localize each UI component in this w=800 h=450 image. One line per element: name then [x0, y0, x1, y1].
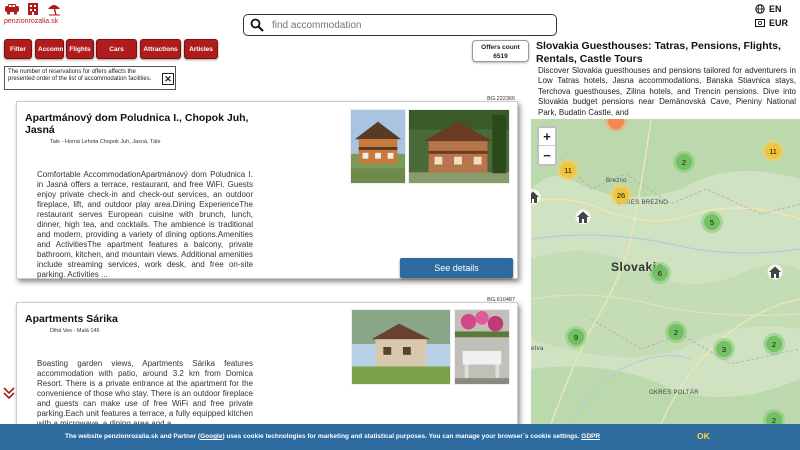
language-selector[interactable]: EN [755, 2, 788, 16]
map-cluster[interactable]: 2 [763, 333, 785, 355]
reservation-notice-text: The number of reservations for offers af… [8, 69, 152, 82]
gdpr-link[interactable]: GDPR [581, 433, 600, 440]
listing-address: Dlhá Ves - Malá 146 [50, 328, 100, 334]
listing-photo[interactable] [350, 109, 406, 184]
nav-flights-button[interactable]: Flights [66, 39, 94, 59]
map-zoom-control: + − [537, 126, 557, 166]
listing-description: Boasting garden views, Apartments Sárika… [37, 359, 253, 425]
info-panel-title: Slovakia Guesthouses: Tatras, Pensions, … [536, 40, 781, 65]
map-cluster-count: 9 [568, 329, 584, 345]
listing-card[interactable]: BG.222366 Apartmánový dom Poludnica I., … [16, 96, 518, 279]
header: penzionrozalia.sk EN EUR [0, 0, 800, 38]
currency-label: EUR [769, 18, 789, 28]
nav-attractions-button[interactable]: Attractions [140, 39, 181, 59]
listing-card[interactable]: BG.610487 Apartments Sárika Dlhá Ves - M… [16, 297, 518, 425]
listing-code: BG.610487 [487, 297, 515, 303]
map-cluster[interactable]: 6 [649, 262, 671, 284]
notice-close-button[interactable]: ✕ [162, 73, 174, 85]
map-cluster-count: 3 [716, 341, 732, 357]
car-icon [5, 4, 19, 15]
map-cluster[interactable]: 3 [713, 338, 735, 360]
map-cluster-count [608, 119, 624, 129]
building-icon [28, 3, 38, 15]
info-panel: Slovakia Guesthouses: Tatras, Pensions, … [531, 38, 800, 119]
listing-address: Tale - Horná Lehota Chopok Juh, Jasná, T… [50, 139, 161, 145]
map-cluster-count: 2 [676, 154, 692, 170]
banknote-icon [755, 19, 765, 27]
listing-photo[interactable] [408, 109, 510, 184]
map-cluster[interactable]: 9 [565, 326, 587, 348]
listing-title[interactable]: Apartmánový dom Poludnica I., Chopok Juh… [25, 112, 260, 136]
nav-filter-button[interactable]: Filter [4, 39, 32, 59]
listing-code: BG.222366 [487, 96, 515, 102]
cookie-text-before: The website penzionrozalia.sk and Partne… [65, 433, 201, 440]
currency-selector[interactable]: EUR [755, 16, 788, 30]
cookie-text-after: ) uses cookie technologies for marketing… [222, 433, 580, 440]
map-cluster-count: 6 [652, 265, 668, 281]
nav-accommodation-button[interactable]: Accommodation [35, 39, 64, 59]
google-link[interactable]: Google [200, 433, 222, 440]
nav-articles-button[interactable]: Articles [184, 39, 218, 59]
house-marker-icon[interactable] [531, 189, 541, 205]
map-cluster[interactable]: 2 [673, 151, 695, 173]
globe-icon [755, 4, 765, 14]
listing-description: Comfortable AccommodationApartmánový dom… [37, 170, 253, 279]
map-label-etva: etva [531, 346, 544, 352]
site-logo[interactable]: penzionrozalia.sk [4, 2, 74, 26]
house-marker-icon[interactable] [767, 264, 783, 280]
cookie-ok-button[interactable]: OK [697, 431, 710, 441]
search-bar[interactable] [243, 14, 557, 36]
search-icon[interactable] [250, 18, 264, 32]
map-cluster[interactable]: 5 [701, 211, 723, 233]
map-cluster[interactable]: 2 [763, 409, 785, 424]
map-cluster-count: 26 [613, 187, 629, 203]
language-label: EN [769, 4, 782, 14]
logo-icons [4, 2, 74, 16]
zoom-out-button[interactable]: − [539, 146, 555, 164]
listing-photo[interactable] [454, 309, 510, 385]
listing-photo[interactable] [351, 309, 451, 385]
map-cluster[interactable]: 11 [762, 140, 784, 162]
info-panel-text: Discover Slovakia guesthouses and pensio… [538, 66, 796, 117]
nav-cars-button[interactable]: Cars [96, 39, 137, 59]
offers-count-label: Offers count [481, 44, 520, 51]
map-cluster-count: 11 [765, 143, 781, 159]
map-label-brezno: Brezno [606, 178, 627, 184]
map-cluster[interactable]: 26 [610, 184, 632, 206]
cookie-bar: The website penzionrozalia.sk and Partne… [0, 424, 800, 450]
map-cluster-count: 11 [560, 162, 576, 178]
map-cluster-count: 5 [704, 214, 720, 230]
offers-count-value: 6519 [493, 53, 508, 60]
offers-count-box: Offers count 6519 [472, 40, 529, 62]
map-cluster-count: 2 [766, 336, 782, 352]
scroll-down-icon[interactable] [3, 386, 15, 400]
map-cluster[interactable]: 11 [557, 159, 579, 181]
language-currency-selector[interactable]: EN EUR [755, 2, 788, 30]
map-cluster-count: 2 [668, 324, 684, 340]
cookie-text: The website penzionrozalia.sk and Partne… [65, 433, 600, 440]
search-input[interactable] [272, 19, 542, 31]
map-cluster[interactable]: 2 [665, 321, 687, 343]
house-marker-icon[interactable] [575, 209, 591, 225]
beach-umbrella-icon [48, 5, 60, 16]
map-view[interactable]: Brezno OKRES BREZNO Slovakia OKRES POLTÁ… [531, 119, 800, 424]
zoom-in-button[interactable]: + [539, 128, 555, 146]
reservation-notice: The number of reservations for offers af… [4, 66, 176, 90]
listing-title[interactable]: Apartments Sárika [25, 313, 260, 325]
close-icon: ✕ [164, 73, 172, 84]
logo-text: penzionrozalia.sk [4, 18, 59, 25]
map-cluster-count: 2 [766, 412, 782, 424]
see-details-button[interactable]: See details [400, 258, 513, 278]
map-label-okres-poltar: OKRES POLTÁR [649, 390, 699, 396]
